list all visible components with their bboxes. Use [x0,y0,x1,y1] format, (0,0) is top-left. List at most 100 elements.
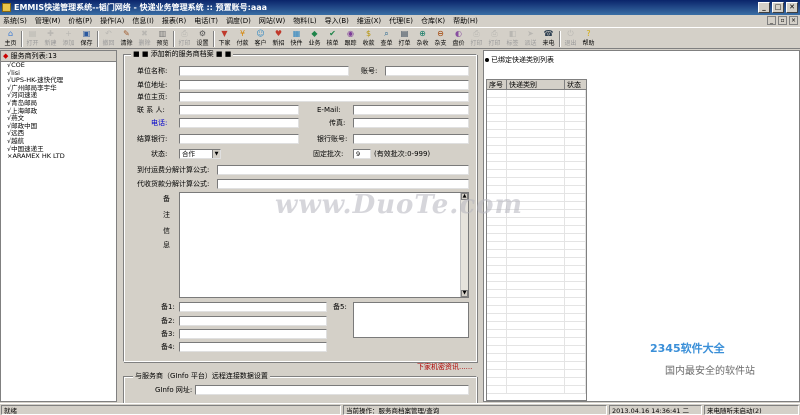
address-input[interactable] [179,80,469,90]
title-bar[interactable]: EMMIS快递管理系统--韬门网络 - 快递业务管理系统 :: 预置账号:aaa… [0,0,800,15]
provider-list-item[interactable]: ×ARAMEX HK LTD [7,153,116,161]
minimize-button[interactable]: _ [758,2,770,13]
grid-row[interactable] [487,242,586,250]
toolbar-button-24[interactable]: ◐ 盘价 [450,29,467,49]
grid-row[interactable] [487,90,586,98]
toolbar-button-29[interactable]: ☎ 来电 [540,29,557,49]
grid-row[interactable] [487,122,586,130]
menu-item-11[interactable]: 维运(X) [354,15,384,27]
email-input[interactable] [353,105,469,115]
menu-item-14[interactable]: 帮助(H) [450,15,481,27]
fax-input[interactable] [353,118,469,128]
provider-list-item[interactable]: √COE [7,61,116,70]
mdi-minimize-icon[interactable]: _ [767,16,776,25]
account-input[interactable] [385,66,469,76]
close-button[interactable]: ✕ [786,2,798,13]
col-type[interactable]: 快递类别 [507,80,565,89]
toolbar-button-3[interactable]: + 添加 [60,29,77,49]
unit-name-input[interactable] [179,66,349,76]
toolbar-button-6[interactable]: ✎ 清除 [118,29,135,49]
phone-input[interactable] [179,118,299,128]
menu-item-2[interactable]: 价格(P) [65,15,95,27]
grid-row[interactable] [487,322,586,330]
menu-item-12[interactable]: 代理(E) [386,15,416,27]
toolbar-button-27[interactable]: ◧ 标签 [504,29,521,49]
grid-row[interactable] [487,154,586,162]
grid-row[interactable] [487,266,586,274]
contact-input[interactable] [179,105,299,115]
toolbar-button-20[interactable]: ⌕ 查单 [378,29,395,49]
grid-row[interactable] [487,114,586,122]
grid-row[interactable] [487,298,586,306]
grid-row[interactable] [487,274,586,282]
toolbar-button-0[interactable]: ⌂ 主页 [2,29,19,49]
bound-types-grid[interactable]: 序号 快递类别 状态 [486,79,587,401]
bank-account-input[interactable] [353,134,469,144]
grid-row[interactable] [487,258,586,266]
toolbar-button-31[interactable]: ? 帮助 [580,29,597,49]
grid-row[interactable] [487,346,586,354]
memo5-textarea[interactable] [353,302,469,338]
toolbar-button-1[interactable]: ▤ 打开 [24,29,41,49]
menu-item-10[interactable]: 导入(B) [322,15,352,27]
grid-row[interactable] [487,306,586,314]
mdi-restore-icon[interactable]: ▫ [778,16,787,25]
grid-row[interactable] [487,162,586,170]
menu-item-9[interactable]: 物料(L) [290,15,319,27]
freight-formula-input[interactable] [217,165,469,175]
toolbar-button-2[interactable]: ✚ 新建 [42,29,59,49]
toolbar-button-25[interactable]: ⎙ 打印 [468,29,485,49]
grid-row[interactable] [487,178,586,186]
grid-row[interactable] [487,130,586,138]
toolbar-button-21[interactable]: ▤ 打单 [396,29,413,49]
toolbar-button-13[interactable]: ☺ 客户 [252,29,269,49]
toolbar-button-17[interactable]: ✔ 核单 [324,29,341,49]
toolbar-button-4[interactable]: ▣ 保存 [78,29,95,49]
menu-item-3[interactable]: 操作(A) [97,15,127,27]
toolbar-button-11[interactable]: ▼ 下家 [216,29,233,49]
grid-row[interactable] [487,138,586,146]
toolbar-button-26[interactable]: ⎙ 打印 [486,29,503,49]
toolbar-button-19[interactable]: $ 收款 [360,29,377,49]
toolbar-button-22[interactable]: ⊕ 杂收 [414,29,431,49]
col-index[interactable]: 序号 [487,80,507,89]
memo3-input[interactable] [179,329,327,339]
toolbar-button-9[interactable]: ⎙ 打印 [176,29,193,49]
mdi-close-icon[interactable]: × [789,16,798,25]
menu-item-4[interactable]: 信息(I) [129,15,157,27]
col-status[interactable]: 状态 [565,80,586,89]
menu-item-13[interactable]: 仓库(K) [418,15,448,27]
memo4-input[interactable] [179,342,327,352]
menu-item-7[interactable]: 调度(D) [223,15,254,27]
toolbar-button-7[interactable]: ✖ 删除 [136,29,153,49]
menu-item-5[interactable]: 报表(R) [159,15,189,27]
menu-item-8[interactable]: 网站(W) [256,15,288,27]
toolbar-button-8[interactable]: ▥ 预览 [154,29,171,49]
grid-row[interactable] [487,106,586,114]
grid-row[interactable] [487,170,586,178]
grid-row[interactable] [487,386,586,394]
grid-row[interactable] [487,330,586,338]
grid-row[interactable] [487,226,586,234]
grid-row[interactable] [487,234,586,242]
grid-row[interactable] [487,290,586,298]
bank-input[interactable] [179,134,299,144]
toolbar-button-14[interactable]: ♥ 新招 [270,29,287,49]
toolbar-button-18[interactable]: ◉ 跟踪 [342,29,359,49]
menu-item-0[interactable]: 系统(S) [0,15,30,27]
grid-row[interactable] [487,338,586,346]
toolbar-button-5[interactable]: ↶ 撤回 [100,29,117,49]
batch-input[interactable]: 9 [353,149,371,159]
grid-row[interactable] [487,378,586,386]
grid-row[interactable] [487,354,586,362]
grid-row[interactable] [487,282,586,290]
memo2-input[interactable] [179,316,327,326]
toolbar-button-28[interactable]: ➤ 派送 [522,29,539,49]
grid-row[interactable] [487,250,586,258]
grid-row[interactable] [487,362,586,370]
ginfo-url-input[interactable] [195,385,469,395]
toolbar-button-12[interactable]: ¥ 付款 [234,29,251,49]
grid-row[interactable] [487,370,586,378]
status-select[interactable]: 合作 ▼ [179,149,221,159]
toolbar-button-23[interactable]: ⊖ 杂支 [432,29,449,49]
